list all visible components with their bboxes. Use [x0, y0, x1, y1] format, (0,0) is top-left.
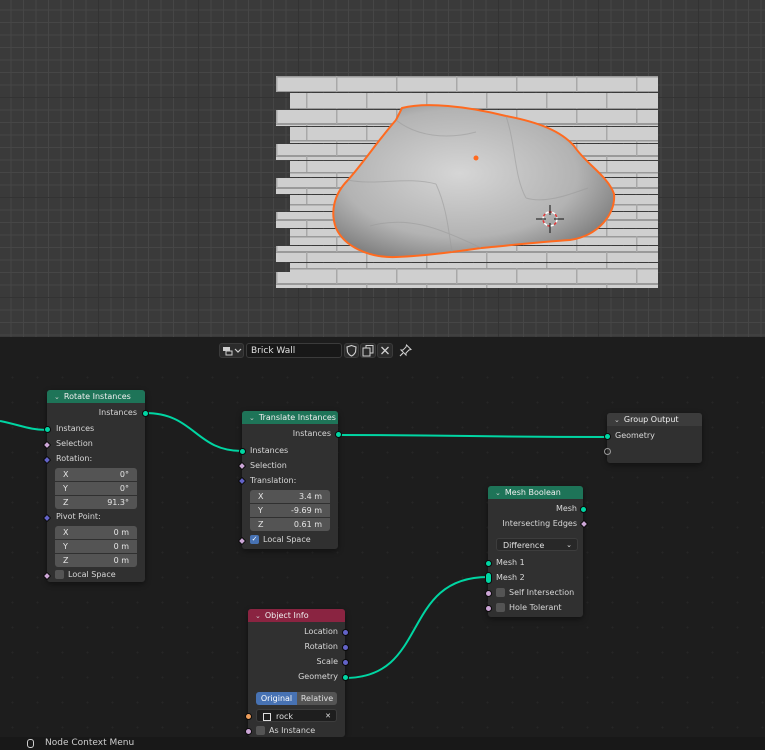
close-icon [381, 346, 389, 355]
rotation-x-field[interactable]: X 0° [55, 468, 137, 481]
checkbox-unchecked[interactable] [496, 588, 505, 597]
translation-label: Translation: [250, 476, 297, 485]
rotation-y-field[interactable]: Y 0° [55, 482, 137, 495]
self-intersection-checkbox[interactable]: Self Intersection [496, 586, 574, 600]
output-instances-socket[interactable] [335, 431, 342, 438]
output-instances: Instances [292, 429, 331, 438]
geometry-socket[interactable] [342, 674, 349, 681]
pivot-z-field[interactable]: Z0 m [55, 554, 137, 567]
unlink-node-tree-button[interactable] [377, 343, 393, 358]
rotate-instances-node[interactable]: ⌄ Rotate Instances Instances Instances Se… [42, 390, 149, 582]
local-space-checkbox[interactable]: ✓ Local Space [250, 533, 311, 547]
local-space-checkbox[interactable]: Local Space [55, 568, 116, 582]
rotation-label: Rotation: [56, 454, 93, 463]
operation-dropdown[interactable]: Difference ⌄ [496, 538, 578, 551]
input-instances: Instances [56, 424, 95, 433]
pin-icon [399, 344, 412, 357]
scale-socket[interactable] [342, 659, 349, 666]
hole-tolerant-checkbox[interactable]: Hole Tolerant [496, 601, 562, 615]
pivot-y-field[interactable]: Y0 m [55, 540, 137, 553]
as-instance-checkbox[interactable]: As Instance [256, 724, 315, 738]
translation-z-field[interactable]: Z 0.61 m [250, 518, 330, 531]
mesh1-socket[interactable] [485, 560, 492, 567]
rotation-socket[interactable] [342, 644, 349, 651]
pin-button[interactable] [398, 343, 413, 358]
translation-y-field[interactable]: Y -9.69 m [250, 504, 330, 517]
node-header[interactable]: ⌄ Rotate Instances [47, 390, 145, 403]
node-editor-header: Brick Wall [0, 337, 765, 365]
rotation-z-field[interactable]: Z 91.3° [55, 496, 137, 509]
output-rotation: Rotation [304, 642, 338, 651]
node-header[interactable]: ⌄ Object Info [248, 609, 345, 622]
input-instances-socket[interactable] [239, 448, 246, 455]
mouse-right-button-icon [27, 739, 34, 748]
translation-x-field[interactable]: X 3.4 m [250, 490, 330, 503]
checkbox-unchecked[interactable] [496, 603, 505, 612]
object-icon [263, 712, 271, 721]
relative-toggle[interactable]: Relative [297, 692, 337, 705]
editor-type-icon [223, 347, 242, 356]
output-scale: Scale [316, 657, 338, 666]
mesh-boolean-node[interactable]: ⌄ Mesh Boolean Mesh Intersecting Edges Di… [485, 486, 589, 617]
shield-icon [346, 344, 357, 357]
output-location: Location [304, 627, 338, 636]
empty-input-socket[interactable] [604, 448, 611, 455]
node-header[interactable]: ⌄ Group Output [607, 413, 702, 426]
new-node-tree-button[interactable] [360, 343, 376, 358]
object-field[interactable]: rock ✕ [256, 709, 337, 722]
checkbox-checked-icon[interactable]: ✓ [250, 535, 259, 544]
object-socket[interactable] [245, 713, 252, 720]
selection-label: Selection [56, 439, 93, 448]
output-mesh-socket[interactable] [580, 506, 587, 513]
geometry-label: Geometry [615, 431, 655, 440]
geometry-input-socket[interactable] [604, 433, 611, 440]
input-instances: Instances [250, 446, 289, 455]
close-icon[interactable]: ✕ [325, 710, 331, 723]
as-instance-socket[interactable] [245, 728, 252, 735]
mesh1-label: Mesh 1 [496, 558, 525, 567]
pivot-point-label: Pivot Point: [56, 512, 101, 521]
node-header[interactable]: ⌄ Translate Instances [242, 411, 338, 424]
collapse-chevron-icon[interactable]: ⌄ [255, 610, 261, 623]
mesh2-multi-input-socket[interactable] [485, 572, 492, 584]
node-header[interactable]: ⌄ Mesh Boolean [488, 486, 583, 499]
output-mesh: Mesh [555, 504, 577, 513]
3d-viewport[interactable] [0, 0, 765, 337]
link-objectinfo-to-boolean [344, 576, 489, 679]
node-tree-name-field[interactable]: Brick Wall [246, 343, 342, 358]
node-editor-canvas[interactable]: ⌄ Rotate Instances Instances Instances Se… [0, 365, 765, 737]
output-geometry: Geometry [298, 672, 338, 681]
selection-label: Selection [250, 461, 287, 470]
collapse-chevron-icon[interactable]: ⌄ [249, 412, 255, 425]
location-socket[interactable] [342, 629, 349, 636]
status-bar: Node Context Menu [0, 737, 765, 750]
output-instances-socket[interactable] [142, 410, 149, 417]
node-tree-browse-button[interactable] [219, 343, 244, 358]
status-hint: Node Context Menu [45, 738, 135, 748]
hole-tolerant-socket[interactable] [485, 605, 492, 612]
output-intersecting-edges: Intersecting Edges [502, 519, 577, 528]
fake-user-button[interactable] [344, 343, 359, 358]
checkbox-unchecked[interactable] [55, 570, 64, 579]
output-instances: Instances [98, 408, 137, 417]
brick-wall-with-rock [276, 76, 658, 288]
object-info-node[interactable]: ⌄ Object Info Location Rotation Scale Geo… [245, 609, 349, 738]
self-intersection-socket[interactable] [485, 590, 492, 597]
link-incoming-to-rotate [0, 420, 48, 431]
collapse-chevron-icon[interactable]: ⌄ [614, 414, 620, 427]
link-translate-to-output [337, 434, 608, 438]
input-instances-socket[interactable] [44, 426, 51, 433]
checkbox-unchecked[interactable] [256, 726, 265, 735]
translate-instances-node[interactable]: ⌄ Translate Instances Instances Instances… [237, 411, 342, 549]
pivot-x-field[interactable]: X0 m [55, 526, 137, 539]
link-rotate-to-translate [144, 412, 243, 452]
chevron-down-icon: ⌄ [566, 541, 572, 549]
object-origin [473, 155, 479, 161]
mesh2-label: Mesh 2 [496, 573, 525, 582]
group-output-node[interactable]: ⌄ Group Output Geometry [604, 413, 702, 463]
collapse-chevron-icon[interactable]: ⌄ [495, 487, 501, 500]
collapse-chevron-icon[interactable]: ⌄ [54, 391, 60, 404]
original-toggle[interactable]: Original [256, 692, 297, 705]
duplicate-icon [362, 345, 374, 357]
